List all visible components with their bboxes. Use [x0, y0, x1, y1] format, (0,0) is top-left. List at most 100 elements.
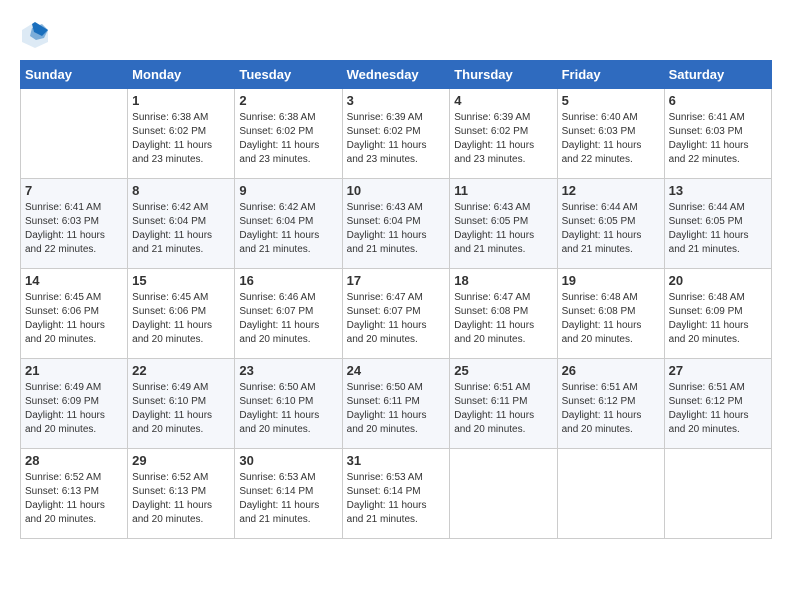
day-header-wednesday: Wednesday: [342, 61, 450, 89]
calendar-cell: 18 Sunrise: 6:47 AMSunset: 6:08 PMDayligh…: [450, 269, 557, 359]
day-info: Sunrise: 6:43 AMSunset: 6:05 PMDaylight:…: [454, 201, 552, 257]
day-number: 24: [347, 363, 446, 378]
day-info: Sunrise: 6:38 AMSunset: 6:02 PMDaylight:…: [132, 111, 230, 167]
calendar-cell: [557, 449, 664, 539]
day-info: Sunrise: 6:42 AMSunset: 6:04 PMDaylight:…: [132, 201, 230, 257]
day-info: Sunrise: 6:53 AMSunset: 6:14 PMDaylight:…: [347, 471, 446, 527]
day-info: Sunrise: 6:39 AMSunset: 6:02 PMDaylight:…: [454, 111, 552, 167]
day-header-monday: Monday: [128, 61, 235, 89]
day-info: Sunrise: 6:43 AMSunset: 6:04 PMDaylight:…: [347, 201, 446, 257]
day-number: 17: [347, 273, 446, 288]
day-number: 5: [562, 93, 660, 108]
day-number: 26: [562, 363, 660, 378]
day-number: 22: [132, 363, 230, 378]
calendar-cell: 7 Sunrise: 6:41 AMSunset: 6:03 PMDaylight…: [21, 179, 128, 269]
calendar-cell: 4 Sunrise: 6:39 AMSunset: 6:02 PMDaylight…: [450, 89, 557, 179]
day-info: Sunrise: 6:47 AMSunset: 6:08 PMDaylight:…: [454, 291, 552, 347]
calendar-cell: 8 Sunrise: 6:42 AMSunset: 6:04 PMDaylight…: [128, 179, 235, 269]
calendar-cell: 12 Sunrise: 6:44 AMSunset: 6:05 PMDayligh…: [557, 179, 664, 269]
day-number: 15: [132, 273, 230, 288]
logo-icon: [20, 20, 50, 50]
day-header-friday: Friday: [557, 61, 664, 89]
calendar-cell: [21, 89, 128, 179]
day-number: 4: [454, 93, 552, 108]
calendar-cell: 14 Sunrise: 6:45 AMSunset: 6:06 PMDayligh…: [21, 269, 128, 359]
calendar-cell: 1Sunrise: 6:38 AMSunset: 6:02 PMDaylight…: [128, 89, 235, 179]
calendar-cell: 28 Sunrise: 6:52 AMSunset: 6:13 PMDayligh…: [21, 449, 128, 539]
calendar-cell: [664, 449, 771, 539]
calendar-body: 1Sunrise: 6:38 AMSunset: 6:02 PMDaylight…: [21, 89, 772, 539]
calendar-cell: 23 Sunrise: 6:50 AMSunset: 6:10 PMDayligh…: [235, 359, 342, 449]
day-number: 18: [454, 273, 552, 288]
day-info: Sunrise: 6:51 AMSunset: 6:11 PMDaylight:…: [454, 381, 552, 437]
calendar-week-3: 14 Sunrise: 6:45 AMSunset: 6:06 PMDayligh…: [21, 269, 772, 359]
day-number: 8: [132, 183, 230, 198]
day-info: Sunrise: 6:50 AMSunset: 6:10 PMDaylight:…: [239, 381, 337, 437]
day-number: 7: [25, 183, 123, 198]
day-info: Sunrise: 6:44 AMSunset: 6:05 PMDaylight:…: [562, 201, 660, 257]
calendar-cell: 15 Sunrise: 6:45 AMSunset: 6:06 PMDayligh…: [128, 269, 235, 359]
day-info: Sunrise: 6:52 AMSunset: 6:13 PMDaylight:…: [132, 471, 230, 527]
logo: [20, 20, 52, 50]
calendar-cell: 29 Sunrise: 6:52 AMSunset: 6:13 PMDayligh…: [128, 449, 235, 539]
day-number: 29: [132, 453, 230, 468]
day-info: Sunrise: 6:39 AMSunset: 6:02 PMDaylight:…: [347, 111, 446, 167]
day-number: 27: [669, 363, 767, 378]
calendar-cell: 3 Sunrise: 6:39 AMSunset: 6:02 PMDaylight…: [342, 89, 450, 179]
day-number: 30: [239, 453, 337, 468]
calendar-table: SundayMondayTuesdayWednesdayThursdayFrid…: [20, 60, 772, 539]
day-number: 28: [25, 453, 123, 468]
calendar-header: SundayMondayTuesdayWednesdayThursdayFrid…: [21, 61, 772, 89]
calendar-cell: 26Sunrise: 6:51 AMSunset: 6:12 PMDayligh…: [557, 359, 664, 449]
day-info: Sunrise: 6:46 AMSunset: 6:07 PMDaylight:…: [239, 291, 337, 347]
day-header-sunday: Sunday: [21, 61, 128, 89]
calendar-cell: 25 Sunrise: 6:51 AMSunset: 6:11 PMDayligh…: [450, 359, 557, 449]
day-info: Sunrise: 6:44 AMSunset: 6:05 PMDaylight:…: [669, 201, 767, 257]
day-number: 13: [669, 183, 767, 198]
calendar-cell: 21 Sunrise: 6:49 AMSunset: 6:09 PMDayligh…: [21, 359, 128, 449]
calendar-week-4: 21 Sunrise: 6:49 AMSunset: 6:09 PMDayligh…: [21, 359, 772, 449]
calendar-cell: 24 Sunrise: 6:50 AMSunset: 6:11 PMDayligh…: [342, 359, 450, 449]
day-number: 11: [454, 183, 552, 198]
calendar-cell: [450, 449, 557, 539]
day-info: Sunrise: 6:45 AMSunset: 6:06 PMDaylight:…: [132, 291, 230, 347]
day-info: Sunrise: 6:45 AMSunset: 6:06 PMDaylight:…: [25, 291, 123, 347]
day-number: 12: [562, 183, 660, 198]
day-info: Sunrise: 6:52 AMSunset: 6:13 PMDaylight:…: [25, 471, 123, 527]
day-info: Sunrise: 6:48 AMSunset: 6:08 PMDaylight:…: [562, 291, 660, 347]
day-info: Sunrise: 6:40 AMSunset: 6:03 PMDaylight:…: [562, 111, 660, 167]
day-header-tuesday: Tuesday: [235, 61, 342, 89]
calendar-cell: 27Sunrise: 6:51 AMSunset: 6:12 PMDayligh…: [664, 359, 771, 449]
calendar-cell: 17Sunrise: 6:47 AMSunset: 6:07 PMDayligh…: [342, 269, 450, 359]
day-info: Sunrise: 6:42 AMSunset: 6:04 PMDaylight:…: [239, 201, 337, 257]
day-info: Sunrise: 6:41 AMSunset: 6:03 PMDaylight:…: [25, 201, 123, 257]
day-number: 6: [669, 93, 767, 108]
day-number: 25: [454, 363, 552, 378]
day-info: Sunrise: 6:50 AMSunset: 6:11 PMDaylight:…: [347, 381, 446, 437]
calendar-cell: 2 Sunrise: 6:38 AMSunset: 6:02 PMDaylight…: [235, 89, 342, 179]
day-number: 10: [347, 183, 446, 198]
calendar-cell: 31Sunrise: 6:53 AMSunset: 6:14 PMDayligh…: [342, 449, 450, 539]
day-number: 23: [239, 363, 337, 378]
calendar-cell: 22Sunrise: 6:49 AMSunset: 6:10 PMDayligh…: [128, 359, 235, 449]
day-number: 3: [347, 93, 446, 108]
calendar-cell: 19 Sunrise: 6:48 AMSunset: 6:08 PMDayligh…: [557, 269, 664, 359]
calendar-cell: 20Sunrise: 6:48 AMSunset: 6:09 PMDayligh…: [664, 269, 771, 359]
calendar-cell: 13 Sunrise: 6:44 AMSunset: 6:05 PMDayligh…: [664, 179, 771, 269]
day-number: 21: [25, 363, 123, 378]
calendar-cell: 10 Sunrise: 6:43 AMSunset: 6:04 PMDayligh…: [342, 179, 450, 269]
day-number: 2: [239, 93, 337, 108]
day-info: Sunrise: 6:48 AMSunset: 6:09 PMDaylight:…: [669, 291, 767, 347]
day-header-thursday: Thursday: [450, 61, 557, 89]
day-info: Sunrise: 6:49 AMSunset: 6:09 PMDaylight:…: [25, 381, 123, 437]
calendar-week-2: 7 Sunrise: 6:41 AMSunset: 6:03 PMDaylight…: [21, 179, 772, 269]
day-number: 16: [239, 273, 337, 288]
calendar-week-5: 28 Sunrise: 6:52 AMSunset: 6:13 PMDayligh…: [21, 449, 772, 539]
calendar-cell: 6 Sunrise: 6:41 AMSunset: 6:03 PMDaylight…: [664, 89, 771, 179]
day-number: 14: [25, 273, 123, 288]
day-info: Sunrise: 6:41 AMSunset: 6:03 PMDaylight:…: [669, 111, 767, 167]
calendar-cell: 30Sunrise: 6:53 AMSunset: 6:14 PMDayligh…: [235, 449, 342, 539]
calendar-week-1: 1Sunrise: 6:38 AMSunset: 6:02 PMDaylight…: [21, 89, 772, 179]
day-info: Sunrise: 6:38 AMSunset: 6:02 PMDaylight:…: [239, 111, 337, 167]
day-number: 19: [562, 273, 660, 288]
